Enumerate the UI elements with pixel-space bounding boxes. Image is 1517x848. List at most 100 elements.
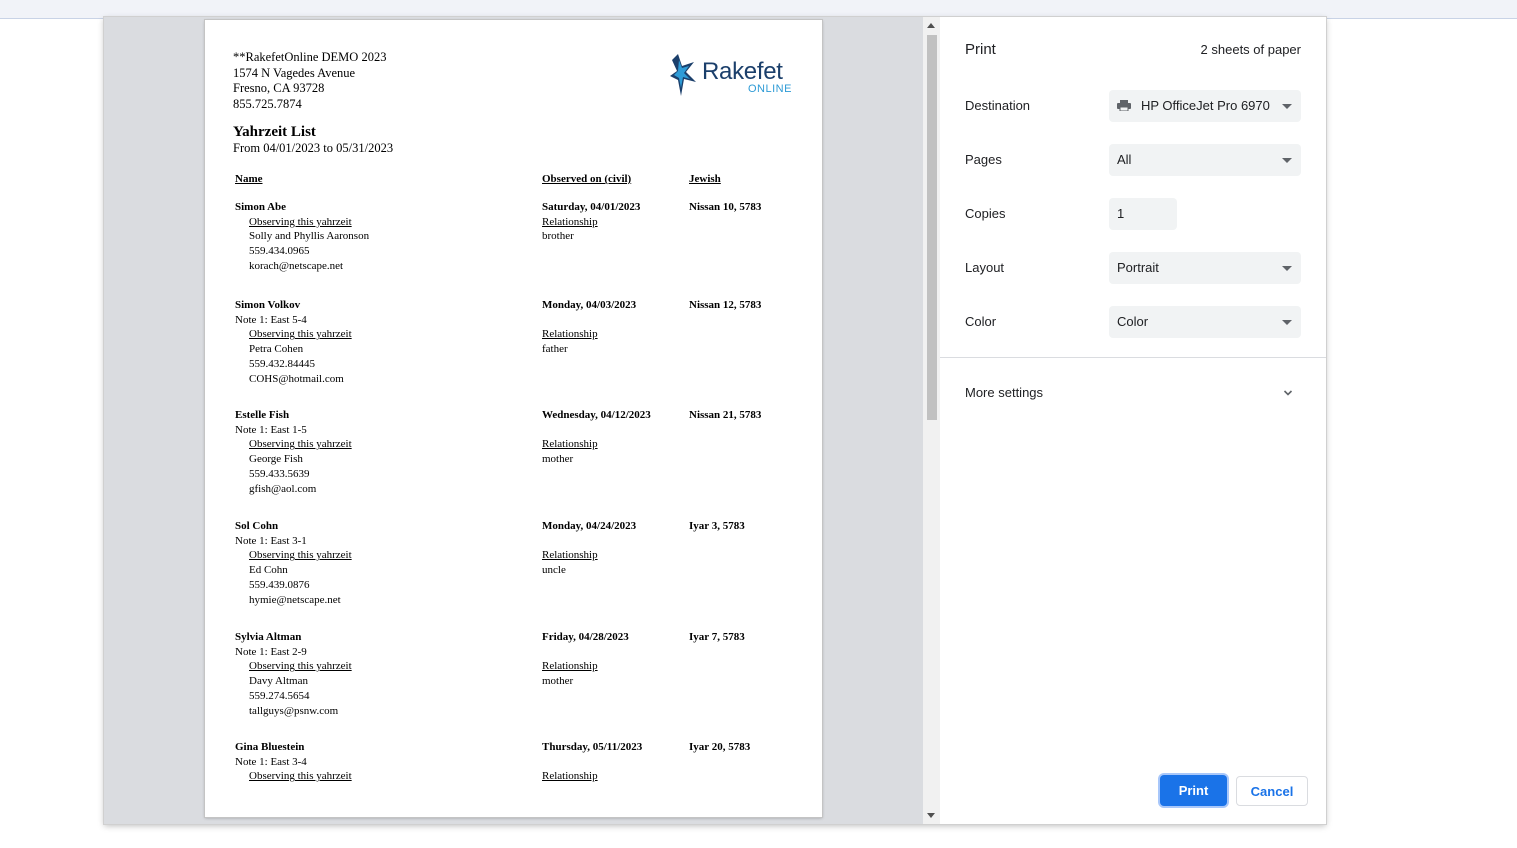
jewish-date: Nissan 10, 5783 [689, 201, 762, 213]
chevron-down-icon [1282, 266, 1292, 271]
preview-scrollbar[interactable] [923, 17, 940, 824]
address-line: 855.725.7874 [233, 96, 302, 111]
print-preview: **RakefetOnline DEMO 2023 1574 N Vagedes… [104, 17, 940, 824]
jewish-date: Iyar 20, 5783 [689, 741, 751, 753]
report-title: Yahrzeit List [233, 124, 316, 140]
observer-phone: 559.274.5654 [249, 689, 310, 702]
observing-label: Observing this yahrzeit [249, 215, 352, 228]
deceased-name: Sol Cohn [235, 520, 279, 532]
jewish-date: Iyar 7, 5783 [689, 631, 745, 643]
pages-label: Pages [965, 152, 1002, 167]
observed-date: Wednesday, 04/12/2023 [542, 409, 651, 421]
observer-name: George Fish [249, 453, 303, 466]
deceased-name: Sylvia Altman [235, 631, 302, 643]
observing-label: Observing this yahrzeit [249, 438, 352, 451]
jewish-date: Nissan 12, 5783 [689, 299, 762, 311]
destination-value: HP OfficeJet Pro 6970 [1141, 98, 1270, 113]
observer-name: Petra Cohen [249, 343, 304, 356]
record-note: Note 1: East 3-4 [235, 755, 307, 768]
observer-email: tallguys@psnw.com [249, 704, 339, 717]
pages-select[interactable]: All [1109, 144, 1301, 176]
chevron-down-icon [1282, 104, 1292, 109]
observed-date: Monday, 04/24/2023 [542, 520, 637, 532]
deceased-name: Simon Volkov [235, 299, 301, 311]
preview-page: **RakefetOnline DEMO 2023 1574 N Vagedes… [205, 20, 822, 817]
sheet-count: 2 sheets of paper [1200, 42, 1301, 57]
column-header-name: Name [235, 173, 263, 185]
print-settings-panel: Print 2 sheets of paper Destination HP O… [940, 17, 1326, 824]
scroll-down-icon[interactable] [927, 813, 935, 818]
address-line: **RakefetOnline DEMO 2023 [233, 50, 387, 64]
settings-divider [940, 357, 1326, 358]
observer-phone: 559.439.0876 [249, 578, 310, 591]
observer-email: COHS@hotmail.com [249, 372, 344, 385]
cancel-button[interactable]: Cancel [1236, 776, 1308, 806]
color-select[interactable]: Color [1109, 306, 1301, 338]
relationship-value: mother [542, 675, 574, 688]
observing-label: Observing this yahrzeit [249, 549, 352, 562]
deceased-name: Estelle Fish [235, 409, 290, 421]
relationship-label: Relationship [542, 549, 598, 562]
destination-label: Destination [965, 98, 1031, 113]
jewish-date: Nissan 21, 5783 [689, 409, 762, 421]
logo-subtitle: ONLINE [748, 83, 792, 95]
column-header-jewish: Jewish [689, 173, 721, 185]
relationship-value: uncle [542, 564, 566, 577]
observer-name: Davy Altman [249, 675, 308, 688]
copies-input[interactable]: 1 [1109, 198, 1177, 230]
observer-name: Solly and Phyllis Aaronson [249, 230, 370, 243]
observer-phone: 559.434.0965 [249, 245, 310, 258]
relationship-value: father [542, 343, 568, 356]
scroll-up-icon[interactable] [927, 23, 935, 28]
observer-phone: 559.432.84445 [249, 357, 315, 370]
copies-label: Copies [965, 206, 1006, 221]
rakefet-logo: Rakefet ONLINE [668, 50, 798, 98]
relationship-label: Relationship [542, 770, 598, 783]
observer-phone: 559.433.5639 [249, 467, 310, 480]
relationship-label: Relationship [542, 660, 598, 673]
observed-date: Saturday, 04/01/2023 [542, 201, 641, 213]
logo-wordmark: Rakefet [702, 58, 783, 85]
scroll-thumb[interactable] [927, 35, 937, 420]
print-dialog: **RakefetOnline DEMO 2023 1574 N Vagedes… [104, 17, 1326, 824]
chevron-down-icon [1282, 158, 1292, 163]
relationship-label: Relationship [542, 215, 598, 228]
more-settings-toggle[interactable]: More settings [965, 385, 1043, 400]
star-logo-icon [670, 54, 696, 96]
observer-email: hymie@netscape.net [249, 593, 341, 606]
deceased-name: Gina Bluestein [235, 741, 305, 753]
observing-label: Observing this yahrzeit [249, 770, 352, 783]
observed-date: Monday, 04/03/2023 [542, 299, 637, 311]
address-line: Fresno, CA 93728 [233, 81, 325, 95]
record-note: Note 1: East 2-9 [235, 645, 307, 658]
expand-chevron-icon[interactable] [1283, 388, 1293, 398]
observing-label: Observing this yahrzeit [249, 660, 352, 673]
print-title: Print [965, 41, 996, 58]
destination-select[interactable]: HP OfficeJet Pro 6970 [1109, 90, 1301, 122]
observing-label: Observing this yahrzeit [249, 328, 352, 341]
pages-value: All [1117, 152, 1132, 167]
relationship-label: Relationship [542, 328, 598, 341]
chevron-down-icon [1282, 320, 1292, 325]
print-button[interactable]: Print [1160, 775, 1227, 806]
printer-icon [1117, 100, 1131, 111]
record-note: Note 1: East 3-1 [235, 534, 307, 547]
observed-date: Friday, 04/28/2023 [542, 631, 629, 643]
record-note: Note 1: East 5-4 [235, 313, 307, 326]
organization-address: **RakefetOnline DEMO 2023 1574 N Vagedes… [233, 50, 386, 112]
color-value: Color [1117, 314, 1149, 329]
column-header-observed: Observed on (civil) [542, 173, 632, 185]
jewish-date: Iyar 3, 5783 [689, 520, 745, 532]
layout-select[interactable]: Portrait [1109, 252, 1301, 284]
deceased-name: Simon Abe [235, 201, 287, 213]
observed-date: Thursday, 05/11/2023 [542, 741, 643, 753]
layout-value: Portrait [1117, 260, 1159, 275]
observer-email: korach@netscape.net [249, 259, 344, 272]
report-date-range: From 04/01/2023 to 05/31/2023 [233, 141, 394, 155]
observer-name: Ed Cohn [249, 564, 288, 577]
record-note: Note 1: East 1-5 [235, 423, 307, 436]
relationship-value: mother [542, 453, 574, 466]
relationship-label: Relationship [542, 438, 598, 451]
observer-email: gfish@aol.com [249, 482, 317, 495]
layout-label: Layout [965, 260, 1005, 275]
